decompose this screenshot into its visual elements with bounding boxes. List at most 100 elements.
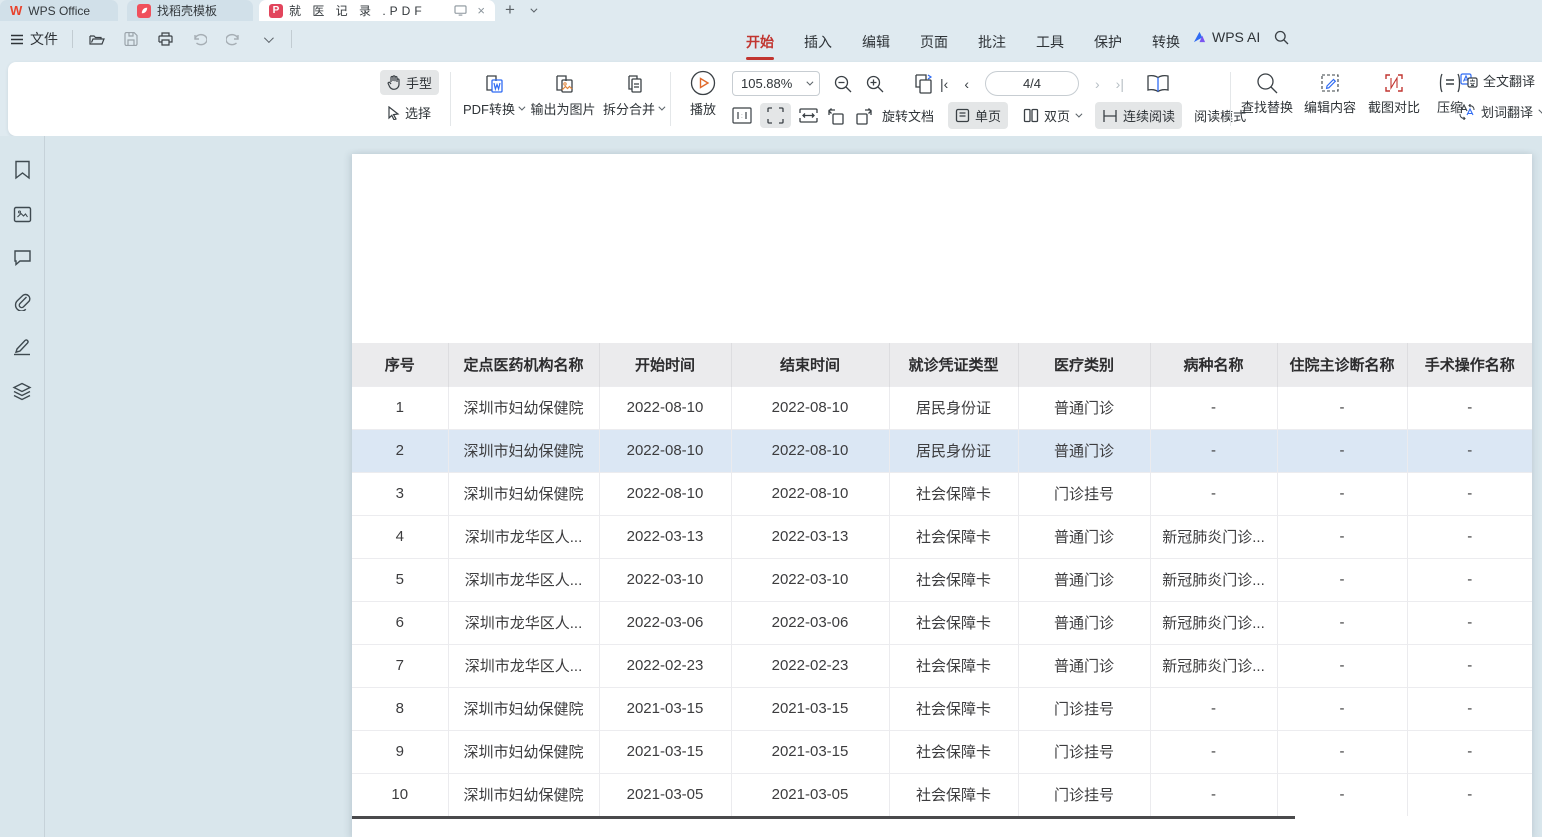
zoom-in-icon[interactable] <box>866 75 884 93</box>
hand-tool-label: 手型 <box>406 73 432 92</box>
tab-docer-templates[interactable]: 找稻壳模板 <box>127 0 253 21</box>
menu-item-edit[interactable]: 编辑 <box>848 27 904 57</box>
tab-label: 就 医 记 录 .PDF <box>289 2 426 19</box>
search-icon[interactable] <box>1274 30 1289 45</box>
rotate-right-icon[interactable] <box>854 107 874 125</box>
pdf-convert-button[interactable]: PDF转换 <box>454 72 532 118</box>
page-compare-icon[interactable] <box>912 73 936 95</box>
table-cell: 普通门诊 <box>1018 644 1150 687</box>
comment-icon[interactable] <box>13 249 32 266</box>
open-folder-icon[interactable] <box>87 29 107 49</box>
print-icon[interactable] <box>155 29 175 49</box>
signature-icon[interactable] <box>12 337 32 356</box>
table-cell: - <box>1407 386 1532 429</box>
table-row: 9深圳市妇幼保健院2021-03-152021-03-15社会保障卡门诊挂号--… <box>352 730 1532 773</box>
find-replace-label: 查找替换 <box>1241 97 1293 116</box>
table-cell: 门诊挂号 <box>1018 472 1150 515</box>
undo-icon[interactable] <box>189 29 209 49</box>
menu-item-tools[interactable]: 工具 <box>1022 27 1078 57</box>
table-cell: 2021-03-15 <box>599 687 731 730</box>
split-merge-button[interactable]: 拆分合并 <box>594 72 672 118</box>
table-cell: 2021-03-15 <box>599 730 731 773</box>
pdf-convert-label: PDF转换 <box>463 99 515 118</box>
continuous-read-label: 连续阅读 <box>1123 106 1175 125</box>
zoom-out-icon[interactable] <box>834 75 852 93</box>
menu-item-protect[interactable]: 保护 <box>1080 27 1136 57</box>
fit-page-button[interactable] <box>760 103 791 128</box>
menu-item-convert[interactable]: 转换 <box>1138 27 1194 57</box>
file-menu-button[interactable]: 文件 <box>10 29 58 49</box>
edit-content-button[interactable]: 编辑内容 <box>1298 72 1362 116</box>
save-icon[interactable] <box>121 29 141 49</box>
screenshot-compare-button[interactable]: 截图对比 <box>1362 72 1426 116</box>
book-icon[interactable] <box>1146 74 1170 94</box>
menu-item-home[interactable]: 开始 <box>732 27 788 57</box>
double-page-button[interactable]: 双页 <box>1016 102 1087 129</box>
rotate-left-icon[interactable] <box>826 107 846 125</box>
monitor-icon[interactable] <box>454 5 467 16</box>
column-header: 手术操作名称 <box>1407 343 1532 386</box>
play-button[interactable]: 播放 <box>680 70 726 118</box>
last-page-button[interactable]: ›| <box>1116 76 1124 92</box>
table-cell: 5 <box>352 558 448 601</box>
table-cell: 社会保障卡 <box>889 472 1018 515</box>
wps-ai-button[interactable]: WPS AI <box>1192 29 1260 45</box>
table-cell: 2022-03-13 <box>599 515 731 558</box>
full-translate-button[interactable]: 全文翻译 <box>1460 71 1535 90</box>
layers-icon[interactable] <box>12 382 32 401</box>
word-translate-label: 划词翻译 <box>1481 102 1533 121</box>
table-cell: - <box>1407 515 1532 558</box>
export-image-icon <box>551 72 575 96</box>
tab-wps-office[interactable]: W WPS Office <box>0 0 118 21</box>
more-chevron-icon[interactable] <box>257 29 277 49</box>
ribbon-toolbar: 手型 选择 <box>8 62 1542 136</box>
double-page-label: 双页 <box>1044 106 1070 125</box>
select-cursor-icon <box>387 106 400 120</box>
pdf-page[interactable]: 序号定点医药机构名称开始时间结束时间就诊凭证类型医疗类别病种名称住院主诊断名称手… <box>352 154 1532 837</box>
find-replace-button[interactable]: 查找替换 <box>1236 72 1298 116</box>
table-cell: 深圳市龙华区人... <box>448 644 599 687</box>
table-cell: 2021-03-15 <box>731 687 889 730</box>
menu-item-page[interactable]: 页面 <box>906 27 962 57</box>
play-label: 播放 <box>690 99 716 118</box>
select-tool-button[interactable]: 选择 <box>380 100 438 125</box>
table-row: 1深圳市妇幼保健院2022-08-102022-08-10居民身份证普通门诊--… <box>352 386 1532 429</box>
export-image-button[interactable]: 输出为图片 <box>524 72 602 118</box>
word-translate-button[interactable]: 划词翻译 <box>1458 102 1542 121</box>
rotate-doc-label[interactable]: 旋转文档 <box>882 106 934 125</box>
new-tab-button[interactable]: + <box>505 0 515 20</box>
table-cell: 2022-03-10 <box>731 558 889 601</box>
redo-icon[interactable] <box>223 29 243 49</box>
edit-content-label: 编辑内容 <box>1304 97 1356 116</box>
page-indicator-input[interactable]: 4/4 <box>985 71 1079 96</box>
tab-list-chevron-icon[interactable] <box>530 0 535 20</box>
attachment-icon[interactable] <box>13 292 32 311</box>
medical-records-table: 序号定点医药机构名称开始时间结束时间就诊凭证类型医疗类别病种名称住院主诊断名称手… <box>352 343 1532 816</box>
tab-document-active[interactable]: P 就 医 记 录 .PDF × <box>259 0 495 21</box>
next-page-button[interactable]: › <box>1095 76 1100 92</box>
zoom-level-select[interactable]: 105.88% <box>732 71 820 96</box>
table-cell: - <box>1407 558 1532 601</box>
continuous-read-button[interactable]: 连续阅读 <box>1095 102 1182 129</box>
column-header: 结束时间 <box>731 343 889 386</box>
thumbnail-icon[interactable] <box>13 206 32 223</box>
first-page-button[interactable]: |‹ <box>940 76 948 92</box>
column-header: 就诊凭证类型 <box>889 343 1018 386</box>
menu-item-comment[interactable]: 批注 <box>964 27 1020 57</box>
table-row: 8深圳市妇幼保健院2021-03-152021-03-15社会保障卡门诊挂号--… <box>352 687 1532 730</box>
menu-item-insert[interactable]: 插入 <box>790 27 846 57</box>
prev-page-button[interactable]: ‹ <box>964 76 969 92</box>
hand-tool-button[interactable]: 手型 <box>380 70 439 95</box>
table-cell: - <box>1277 515 1407 558</box>
table-cell: 居民身份证 <box>889 386 1018 429</box>
single-page-button[interactable]: 单页 <box>948 102 1008 129</box>
fit-width-icon[interactable] <box>799 108 818 123</box>
one-to-one-icon[interactable] <box>732 107 752 124</box>
bookmark-icon[interactable] <box>14 160 31 180</box>
full-translate-label: 全文翻译 <box>1483 71 1535 90</box>
find-replace-icon <box>1256 72 1278 94</box>
tab-label: WPS Office <box>28 4 90 18</box>
close-icon[interactable]: × <box>477 3 485 18</box>
table-cell: 10 <box>352 773 448 816</box>
table-cell: 4 <box>352 515 448 558</box>
